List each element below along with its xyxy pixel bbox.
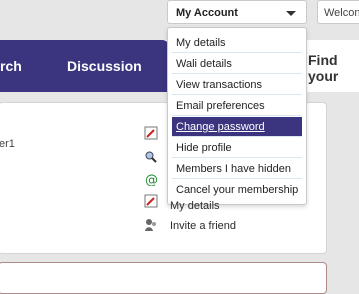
nav-discussion-tab[interactable]: Discussion xyxy=(67,58,142,74)
menu-item-email-preferences[interactable]: Email preferences xyxy=(172,96,302,116)
my-account-select[interactable]: My Account xyxy=(167,0,307,24)
my-account-label: My Account xyxy=(176,7,238,19)
edit-icon xyxy=(144,126,158,140)
welcome-text: Welcon xyxy=(324,7,359,19)
edit-icon xyxy=(144,194,158,208)
account-dropdown-menu: My details Wali details View transaction… xyxy=(167,27,307,205)
search-icon xyxy=(144,150,158,164)
svg-text:@: @ xyxy=(145,173,158,186)
side-invite-link[interactable]: Invite a friend xyxy=(170,220,236,232)
chevron-down-icon xyxy=(286,11,296,16)
nav-find-your[interactable]: Find your xyxy=(308,52,359,84)
nav-search-tab[interactable]: rch xyxy=(0,58,22,74)
email-at-icon: @ xyxy=(144,172,158,188)
bottom-panel xyxy=(0,262,327,294)
menu-item-wali-details[interactable]: Wali details xyxy=(172,54,302,74)
user-icon xyxy=(144,218,158,232)
side-my-details-link[interactable]: My details xyxy=(170,200,220,212)
menu-item-change-password[interactable]: Change password xyxy=(172,117,302,137)
menu-item-cancel-membership[interactable]: Cancel your membership xyxy=(172,180,302,200)
user-name-partial: er1 xyxy=(0,138,15,150)
menu-item-view-transactions[interactable]: View transactions xyxy=(172,75,302,95)
menu-item-hide-profile[interactable]: Hide profile xyxy=(172,138,302,158)
welcome-box: Welcon xyxy=(317,0,359,24)
menu-item-members-hidden[interactable]: Members I have hidden xyxy=(172,159,302,179)
menu-item-my-details[interactable]: My details xyxy=(172,33,302,53)
